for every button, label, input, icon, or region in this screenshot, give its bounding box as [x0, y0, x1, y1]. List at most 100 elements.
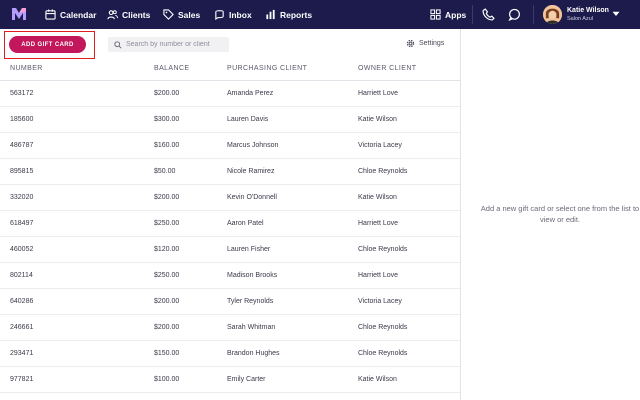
nav-divider: [472, 5, 473, 24]
gift-card-table: NUMBER BALANCE PURCHASING CLIENT OWNER C…: [0, 57, 460, 393]
card-number: 563172: [10, 90, 34, 97]
owner-client: Katie Wilson: [358, 376, 397, 383]
card-number: 895815: [10, 168, 34, 175]
column-header-purchasing-client[interactable]: PURCHASING CLIENT: [227, 65, 307, 72]
table-row[interactable]: 246661 $200.00 Sarah Whitman Chloe Reyno…: [0, 315, 460, 341]
column-header-balance[interactable]: BALANCE: [154, 65, 189, 72]
apps-grid-icon: [430, 9, 441, 20]
card-balance: $200.00: [154, 324, 180, 331]
nav-item-calendar[interactable]: Calendar: [45, 0, 96, 29]
nav-item-label: Apps: [445, 9, 467, 20]
purchasing-client: Kevin O'Donnell: [227, 194, 277, 201]
settings-label: Settings: [419, 40, 445, 47]
search-box[interactable]: [108, 37, 229, 52]
search-icon: [114, 40, 122, 49]
table-row[interactable]: 977821 $100.00 Emily Carter Katie Wilson: [0, 367, 460, 393]
table-row[interactable]: 618497 $250.00 Aaron Patel Harriett Love: [0, 211, 460, 237]
card-balance: $300.00: [154, 116, 180, 123]
owner-client: Katie Wilson: [358, 116, 397, 123]
nav-item-label: Clients: [122, 9, 151, 20]
nav-item-label: Calendar: [60, 9, 97, 20]
bar-chart-icon: [265, 9, 276, 20]
card-balance: $150.00: [154, 350, 180, 357]
purchasing-client: Tyler Reynolds: [227, 298, 274, 305]
table-row[interactable]: 802114 $250.00 Madison Brooks Harriett L…: [0, 263, 460, 289]
chat-icon[interactable]: [508, 8, 521, 22]
inbox-icon: [214, 9, 225, 20]
table-row[interactable]: 640286 $200.00 Tyler Reynolds Victoria L…: [0, 289, 460, 315]
gear-icon: [406, 39, 415, 48]
purchasing-client: Marcus Johnson: [227, 142, 279, 149]
table-row[interactable]: 185600 $300.00 Lauren Davis Katie Wilson: [0, 107, 460, 133]
purchasing-client: Madison Brooks: [227, 272, 278, 279]
purchasing-client: Lauren Fisher: [227, 246, 271, 253]
nav-item-label: Sales: [178, 9, 201, 20]
column-header-owner-client[interactable]: OWNER CLIENT: [358, 65, 416, 72]
card-number: 486787: [10, 142, 34, 149]
user-name[interactable]: Katie Wilson: [567, 7, 609, 14]
card-number: 246661: [10, 324, 34, 331]
table-row[interactable]: 460052 $120.00 Lauren Fisher Chloe Reyno…: [0, 237, 460, 263]
card-number: 640286: [10, 298, 34, 305]
avatar[interactable]: [543, 5, 562, 24]
nav-divider: [533, 5, 534, 24]
owner-client: Chloe Reynolds: [358, 168, 408, 175]
owner-client: Victoria Lacey: [358, 298, 402, 305]
owner-client: Chloe Reynolds: [358, 350, 408, 357]
card-balance: $50.00: [154, 168, 176, 175]
card-number: 618497: [10, 220, 34, 227]
card-balance: $250.00: [154, 220, 180, 227]
purchasing-client: Sarah Whitman: [227, 324, 276, 331]
card-balance: $200.00: [154, 90, 180, 97]
card-number: 185600: [10, 116, 34, 123]
table-header: NUMBER BALANCE PURCHASING CLIENT OWNER C…: [0, 57, 460, 81]
card-balance: $200.00: [154, 298, 180, 305]
purchasing-client: Aaron Patel: [227, 220, 264, 227]
purchasing-client: Lauren Davis: [227, 116, 269, 123]
card-balance: $160.00: [154, 142, 180, 149]
clients-icon: [107, 9, 118, 20]
nav-item-sales[interactable]: Sales: [163, 0, 200, 29]
owner-client: Harriett Love: [358, 272, 399, 279]
purchasing-client: Amanda Perez: [227, 90, 274, 97]
nav-item-label: Reports: [280, 9, 313, 20]
card-number: 802114: [10, 272, 33, 279]
column-header-number[interactable]: NUMBER: [10, 65, 43, 72]
owner-client: Katie Wilson: [358, 194, 397, 201]
card-balance: $120.00: [154, 246, 180, 253]
owner-client: Chloe Reynolds: [358, 324, 408, 331]
owner-client: Harriett Love: [358, 90, 399, 97]
search-input[interactable]: [126, 41, 226, 48]
card-balance: $200.00: [154, 194, 180, 201]
purchasing-client: Emily Carter: [227, 376, 266, 383]
card-number: 460052: [10, 246, 34, 253]
table-row[interactable]: 895815 $50.00 Nicole Ramirez Chloe Reyno…: [0, 159, 460, 185]
card-number: 293471: [10, 350, 34, 357]
detail-empty-message: Add a new gift card or select one from t…: [480, 204, 640, 224]
nav-item-clients[interactable]: Clients: [107, 0, 150, 29]
card-number: 977821: [10, 376, 34, 383]
top-nav: Calendar Clients Sales Inbox Reports App…: [0, 0, 640, 29]
owner-client: Victoria Lacey: [358, 142, 402, 149]
table-row[interactable]: 332020 $200.00 Kevin O'Donnell Katie Wil…: [0, 185, 460, 211]
purchasing-client: Brandon Hughes: [227, 350, 280, 357]
nav-item-reports[interactable]: Reports: [265, 0, 312, 29]
nav-item-label: Inbox: [229, 9, 252, 20]
owner-client: Harriett Love: [358, 220, 399, 227]
card-balance: $100.00: [154, 376, 180, 383]
chevron-down-icon[interactable]: [612, 11, 620, 17]
nav-item-inbox[interactable]: Inbox: [214, 0, 252, 29]
phone-icon[interactable]: [482, 8, 495, 21]
table-row[interactable]: 293471 $150.00 Brandon Hughes Chloe Reyn…: [0, 341, 460, 367]
add-gift-card-button[interactable]: ADD GIFT CARD: [9, 36, 86, 53]
card-balance: $250.00: [154, 272, 180, 279]
user-location: Salon Azul: [567, 16, 593, 22]
logo-icon[interactable]: [11, 7, 27, 21]
purchasing-client: Nicole Ramirez: [227, 168, 275, 175]
settings-button[interactable]: Settings: [406, 39, 444, 48]
owner-client: Chloe Reynolds: [358, 246, 408, 253]
nav-item-apps[interactable]: Apps: [430, 0, 466, 29]
table-row[interactable]: 563172 $200.00 Amanda Perez Harriett Lov…: [0, 81, 460, 107]
table-row[interactable]: 486787 $160.00 Marcus Johnson Victoria L…: [0, 133, 460, 159]
card-number: 332020: [10, 194, 34, 201]
